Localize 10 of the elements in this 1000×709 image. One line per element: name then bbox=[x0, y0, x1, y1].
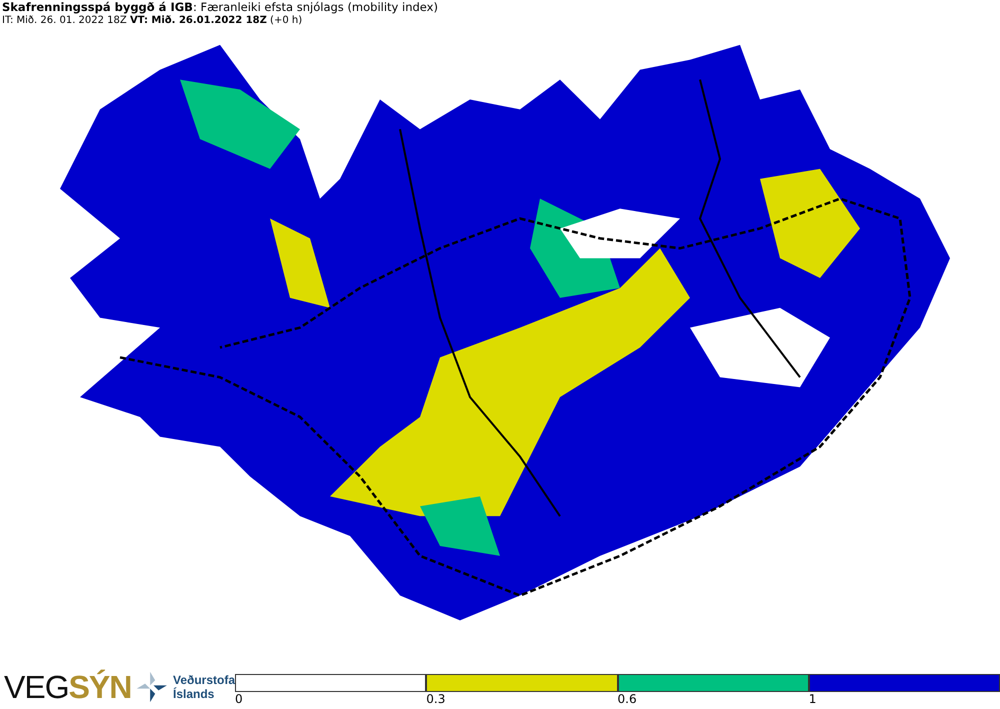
legend-label: 1 bbox=[808, 692, 816, 706]
legend-label: 0.6 bbox=[618, 692, 637, 706]
legend-label: 0 bbox=[235, 692, 243, 706]
agency-name: Íslands bbox=[172, 687, 216, 701]
logo-text-accent: SÝN bbox=[68, 669, 132, 705]
logo-text: VEG bbox=[4, 669, 69, 705]
forecast-times: IT: Mið. 26. 01. 2022 18Z VT: Mið. 26.01.2022 18Z (+0 h) bbox=[2, 14, 304, 27]
agency-name: Veðurstofa bbox=[172, 673, 235, 687]
legend-label: 0.3 bbox=[426, 692, 446, 706]
map-title: Skafrenningsspá byggð á IGB: Færanleiki efsta snjólags (mobility index) bbox=[2, 1, 439, 14]
